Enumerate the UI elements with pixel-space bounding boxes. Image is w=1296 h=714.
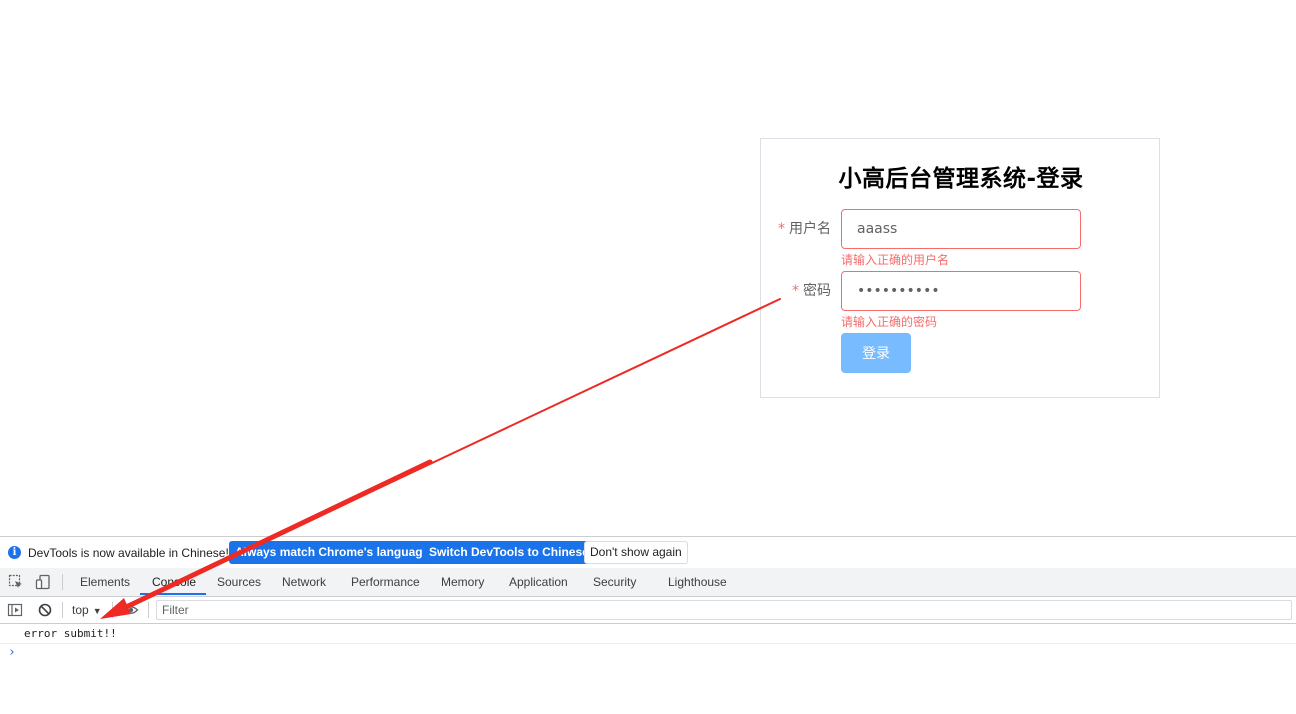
inspect-element-icon[interactable] <box>8 574 24 590</box>
console-message: error submit!! <box>24 627 117 640</box>
tab-console[interactable]: Console <box>152 568 196 596</box>
password-label: * 密码 <box>792 271 831 311</box>
live-expression-eye-icon[interactable] <box>123 602 139 618</box>
username-label: * 用户名 <box>778 209 831 249</box>
context-value: top <box>72 603 89 617</box>
required-mark: * <box>778 221 785 237</box>
console-prompt-icon[interactable]: › <box>8 645 16 660</box>
devtools-tabbar: Elements Console Sources Network Perform… <box>0 568 1296 597</box>
login-card: 小高后台管理系统-登录 *用户名 请输入正确的用户名 *密码 请输入正确的密码 … <box>760 138 1160 398</box>
tab-network[interactable]: Network <box>282 568 326 596</box>
toolbar-divider <box>62 602 63 618</box>
devtools-infobar: i DevTools is now available in Chinese! … <box>0 537 1296 569</box>
tab-security[interactable]: Security <box>593 568 636 596</box>
toolbar-divider <box>62 574 63 590</box>
dropdown-caret-icon: ▼ <box>92 606 102 616</box>
toolbar-divider <box>112 602 113 618</box>
active-tab-indicator <box>140 593 206 595</box>
password-error: 请输入正确的密码 <box>841 315 938 329</box>
tab-sources[interactable]: Sources <box>217 568 261 596</box>
context-selector[interactable]: top ▼ <box>72 602 102 618</box>
always-match-language-button[interactable]: Always match Chrome's language <box>229 541 436 564</box>
tab-application[interactable]: Application <box>509 568 568 596</box>
password-input[interactable] <box>841 271 1081 311</box>
tab-lighthouse[interactable]: Lighthouse <box>668 568 727 596</box>
tab-memory[interactable]: Memory <box>441 568 484 596</box>
required-mark: * <box>792 283 799 299</box>
console-filter-input[interactable] <box>156 600 1292 620</box>
username-input[interactable] <box>841 209 1081 249</box>
password-row: *密码 请输入正确的密码 <box>761 271 1161 329</box>
password-label-text: 密码 <box>803 283 831 299</box>
device-toolbar-icon[interactable] <box>35 574 51 590</box>
username-label-text: 用户名 <box>789 221 831 237</box>
screen: 小高后台管理系统-登录 *用户名 请输入正确的用户名 *密码 请输入正确的密码 … <box>0 0 1296 714</box>
dont-show-again-button[interactable]: Don't show again <box>584 541 688 564</box>
infobar-message: DevTools is now available in Chinese! <box>28 546 229 560</box>
console-message-row: error submit!! <box>0 623 1296 644</box>
devtools-panel: i DevTools is now available in Chinese! … <box>0 536 1296 714</box>
login-button[interactable]: 登录 <box>841 333 911 373</box>
username-row: *用户名 请输入正确的用户名 <box>761 209 1161 267</box>
toolbar-divider <box>148 602 149 618</box>
info-icon: i <box>8 546 21 559</box>
tab-performance[interactable]: Performance <box>351 568 420 596</box>
username-error: 请输入正确的用户名 <box>841 253 950 267</box>
clear-console-icon[interactable] <box>37 602 53 618</box>
login-title: 小高后台管理系统-登录 <box>838 166 1084 192</box>
switch-to-chinese-button[interactable]: Switch DevTools to Chinese <box>423 541 595 564</box>
console-toolbar: top ▼ <box>0 597 1296 624</box>
show-sidebar-icon[interactable] <box>7 602 23 618</box>
tab-elements[interactable]: Elements <box>80 568 130 596</box>
